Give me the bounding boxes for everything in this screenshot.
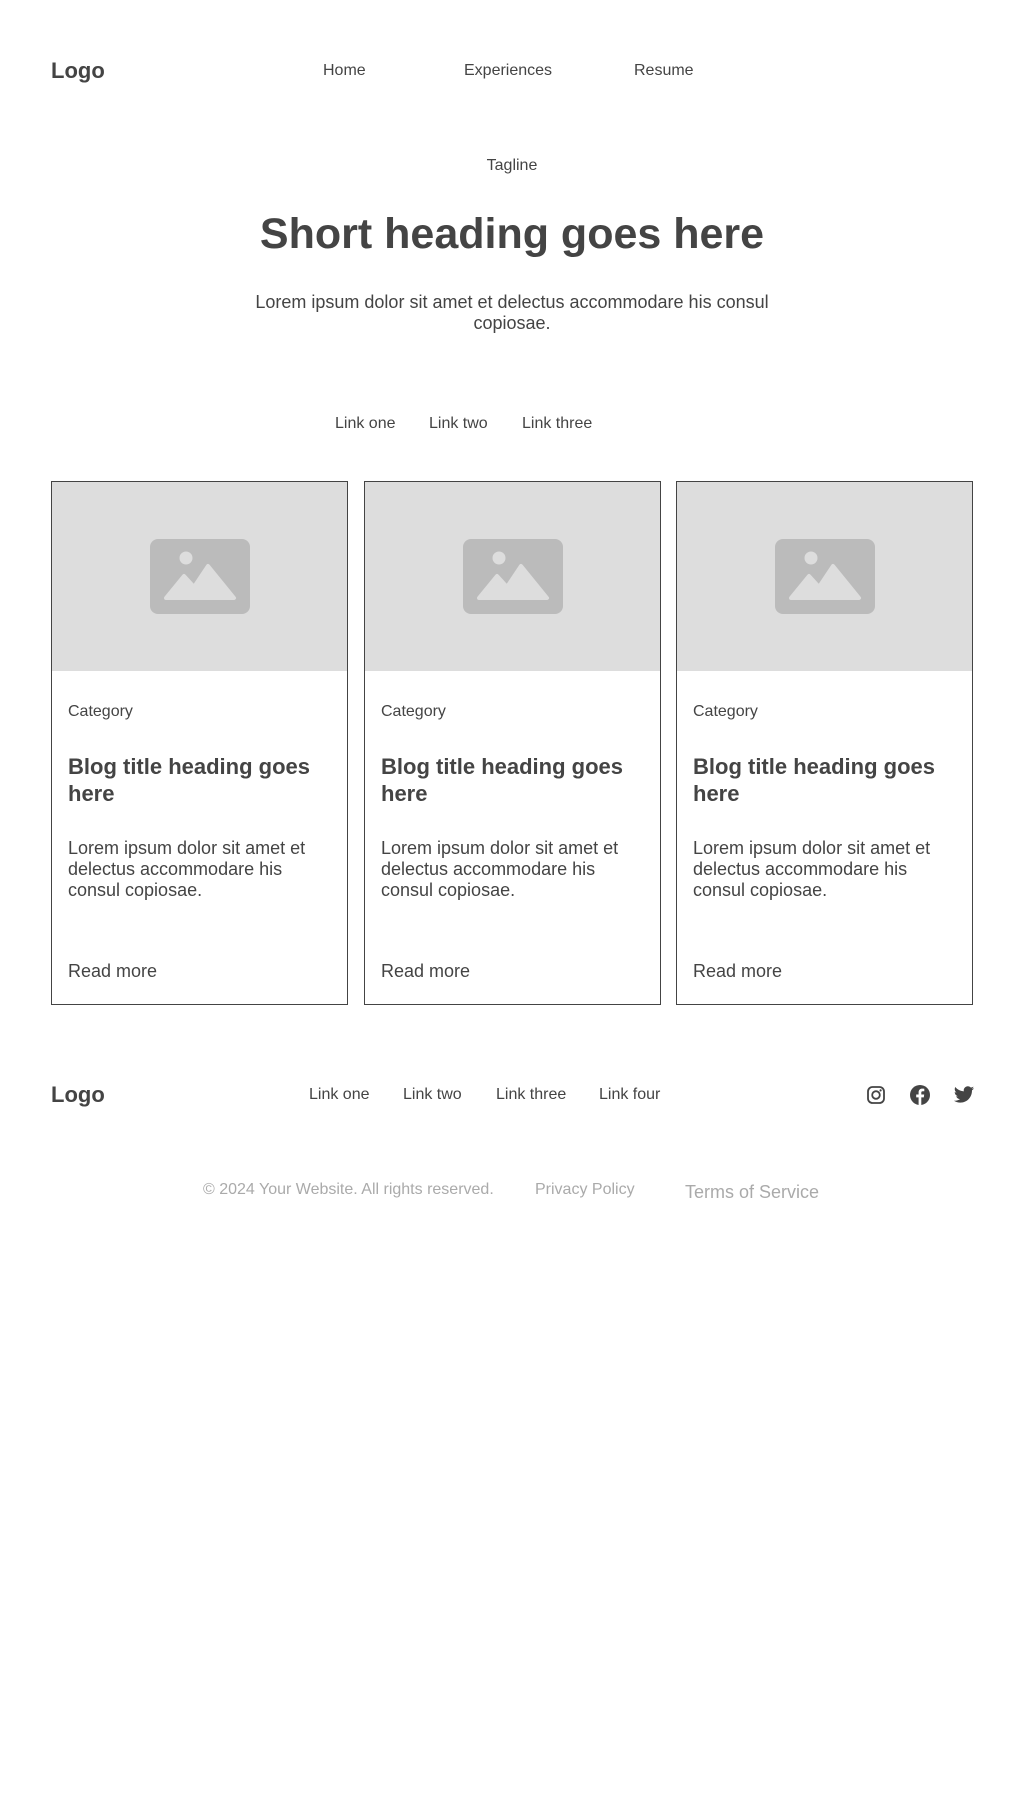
- card-description: Lorem ipsum dolor sit amet et delectus a…: [68, 838, 306, 900]
- instagram-icon[interactable]: [865, 1084, 887, 1106]
- read-more-link[interactable]: Read more: [693, 959, 782, 983]
- nav-resume[interactable]: Resume: [634, 61, 694, 81]
- image-placeholder-icon: [775, 539, 875, 614]
- nav-experiences[interactable]: Experiences: [464, 61, 552, 81]
- blog-card[interactable]: Category Blog title heading goes here Lo…: [364, 481, 661, 1005]
- card-description: Lorem ipsum dolor sit amet et delectus a…: [381, 838, 619, 900]
- read-more-link[interactable]: Read more: [381, 959, 470, 983]
- card-image-placeholder: [365, 482, 660, 671]
- hero-title: Short heading goes here: [259, 210, 765, 258]
- footer-link-one[interactable]: Link one: [309, 1085, 370, 1105]
- card-description: Lorem ipsum dolor sit amet et delectus a…: [693, 838, 931, 900]
- category-tabs: Link one Link two Link three: [0, 413, 1024, 435]
- site-footer: Logo Link one Link two Link three Link f…: [51, 1081, 975, 1109]
- facebook-icon[interactable]: [909, 1084, 931, 1106]
- privacy-policy-link[interactable]: Privacy Policy: [535, 1180, 635, 1200]
- blog-card[interactable]: Category Blog title heading goes here Lo…: [676, 481, 973, 1005]
- legal-bar: © 2024 Your Website. All rights reserved…: [0, 1178, 1024, 1206]
- card-image-placeholder: [677, 482, 972, 671]
- footer-logo[interactable]: Logo: [51, 1081, 105, 1109]
- footer-link-four[interactable]: Link four: [599, 1085, 660, 1105]
- tab-link-one[interactable]: Link one: [335, 413, 396, 435]
- blog-card[interactable]: Category Blog title heading goes here Lo…: [51, 481, 348, 1005]
- site-header: Logo Home Experiences Resume: [51, 57, 973, 85]
- image-placeholder-icon: [463, 539, 563, 614]
- tab-link-three[interactable]: Link three: [522, 413, 592, 435]
- footer-link-two[interactable]: Link two: [403, 1085, 462, 1105]
- header-logo[interactable]: Logo: [51, 57, 105, 85]
- copyright-text: © 2024 Your Website. All rights reserved…: [203, 1181, 494, 1198]
- card-title[interactable]: Blog title heading goes here: [693, 753, 955, 807]
- card-category: Category: [68, 703, 133, 720]
- tab-link-two[interactable]: Link two: [429, 413, 488, 435]
- nav-home[interactable]: Home: [323, 61, 366, 81]
- hero-tagline: Tagline: [486, 157, 538, 174]
- footer-link-three[interactable]: Link three: [496, 1085, 566, 1105]
- card-category: Category: [381, 703, 446, 720]
- card-category: Category: [693, 703, 758, 720]
- card-title[interactable]: Blog title heading goes here: [381, 753, 643, 807]
- card-image-placeholder: [52, 482, 347, 671]
- hero-description: Lorem ipsum dolor sit amet et delectus a…: [255, 292, 769, 333]
- terms-of-service-link[interactable]: Terms of Service: [685, 1182, 819, 1202]
- twitter-icon[interactable]: [953, 1084, 975, 1106]
- card-title[interactable]: Blog title heading goes here: [68, 753, 330, 807]
- read-more-link[interactable]: Read more: [68, 959, 157, 983]
- image-placeholder-icon: [150, 539, 250, 614]
